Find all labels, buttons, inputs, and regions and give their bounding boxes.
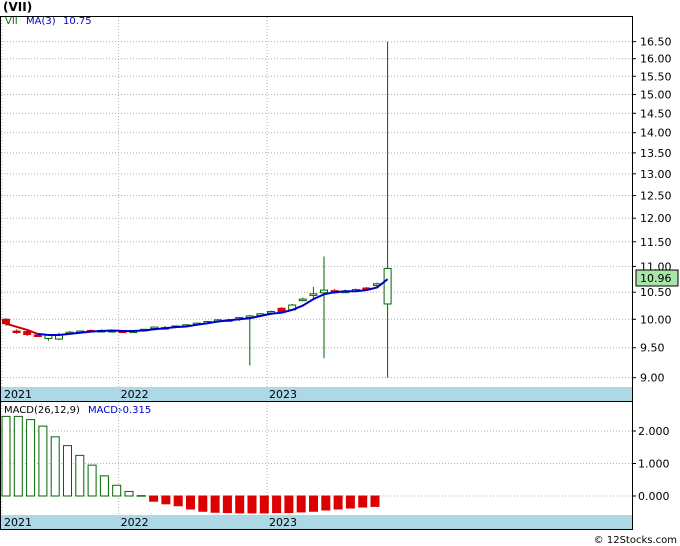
price-panel-frame — [0, 16, 633, 402]
candle-body — [33, 334, 42, 338]
macd-date-label: 2022 — [121, 516, 149, 529]
price-tick-label: 16.50 — [640, 36, 672, 49]
chart-canvas: 16.50 16.00 15.50 15.00 14.50 14.00 13.50 13.00… — [0, 16, 679, 530]
price-tick-label: 15.50 — [640, 70, 672, 83]
macd-legend-indicator: MACD(26,12,9) — [4, 405, 80, 416]
macd-bar — [99, 475, 109, 497]
price-tick-label: 12.00 — [640, 212, 672, 225]
candle-body — [2, 318, 10, 325]
candle-body — [309, 293, 318, 296]
price-tick-label: 13.50 — [640, 147, 672, 160]
price-date-band — [1, 387, 632, 401]
macd-legend-label: MACD: — [88, 405, 121, 416]
macd-bar — [345, 495, 355, 509]
price-tick-label: 14.00 — [640, 127, 672, 140]
macd-bar — [284, 495, 294, 514]
macd-bar — [38, 425, 48, 497]
macd-bar — [370, 495, 380, 507]
macd-bar — [13, 415, 23, 497]
macd-bar — [309, 495, 318, 512]
macd-bar — [1, 415, 11, 497]
macd-bar — [333, 495, 343, 510]
macd-legend-value: -0.315 — [119, 405, 151, 416]
price-date-label: 2021 — [4, 388, 32, 401]
macd-date-label: 2023 — [269, 516, 297, 529]
legend-ma-value: 10.75 — [63, 16, 92, 27]
macd-bar — [222, 495, 232, 514]
candle-body — [383, 267, 392, 305]
macd-bar — [247, 495, 257, 514]
macd-bar — [124, 490, 134, 497]
macd-bar — [210, 495, 220, 513]
macd-bar — [186, 495, 195, 510]
macd-bar — [296, 495, 306, 513]
price-tick-label: 9.50 — [640, 342, 665, 355]
candle-body — [12, 330, 21, 334]
macd-bar — [235, 495, 245, 514]
price-tick-label: 15.00 — [640, 88, 672, 101]
last-price-label: 10.96 — [640, 272, 672, 285]
price-axis-ticks: 16.50 16.00 15.50 15.00 14.50 14.00 13.50 13.00… — [632, 36, 672, 385]
macd-tick-label: 0.000 — [638, 490, 670, 503]
candle-body — [298, 298, 307, 302]
candle-body — [320, 289, 328, 294]
legend-ma-label: MA(3) — [26, 16, 56, 27]
candle-body — [23, 331, 32, 335]
macd-bar — [173, 495, 183, 507]
price-tick-label: 12.50 — [640, 190, 672, 203]
price-tick-label: 11.50 — [640, 236, 672, 249]
macd-bar — [87, 464, 97, 497]
macd-bar — [149, 495, 159, 502]
macd-bar — [112, 484, 122, 497]
macd-bar — [63, 445, 72, 497]
macd-bar — [75, 454, 85, 497]
macd-date-band — [1, 515, 632, 529]
macd-bar — [50, 436, 60, 497]
price-tick-label: 10.50 — [640, 286, 672, 299]
macd-bar — [136, 495, 146, 497]
macd-bar — [358, 495, 368, 508]
macd-date-label: 2021 — [4, 516, 32, 529]
price-date-label: 2022 — [121, 388, 149, 401]
macd-tick-label: 2.000 — [638, 425, 670, 438]
price-tick-label: 16.00 — [640, 53, 672, 66]
macd-bar — [198, 495, 208, 512]
macd-bar — [321, 495, 331, 511]
price-tick-label: 9.00 — [640, 372, 665, 385]
price-date-label: 2023 — [269, 388, 297, 401]
macd-tick-label: 1.000 — [638, 458, 670, 471]
macd-bar — [259, 495, 269, 514]
macd-bar — [26, 419, 36, 497]
price-tick-label: 13.00 — [640, 168, 672, 181]
macd-axis-ticks: 2.000 1.000 0.000 — [632, 425, 670, 503]
price-tick-label: 10.00 — [640, 313, 672, 326]
legend-ticker: VII — [5, 16, 18, 27]
macd-bar — [272, 495, 282, 514]
macd-bar — [161, 495, 171, 505]
price-tick-label: 14.50 — [640, 107, 672, 120]
